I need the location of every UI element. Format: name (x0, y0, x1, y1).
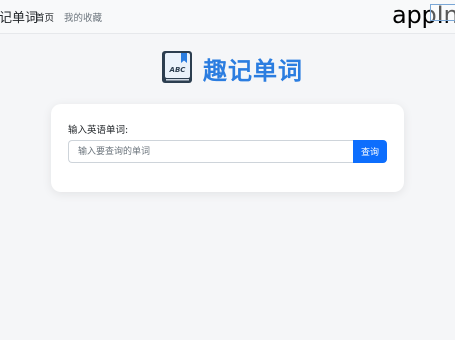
logo-icon-text: ABC (169, 66, 187, 74)
search-button[interactable]: 查询 (353, 140, 387, 163)
logo-title: 趣记单词 (203, 57, 303, 85)
page: 趣记单词 首页 我的收藏 appIn ABC 趣记单词 输入英语单词: 查询 (0, 0, 455, 340)
navbar-toggle-button[interactable] (430, 4, 455, 21)
top-navbar: 趣记单词 首页 我的收藏 appIn (0, 0, 455, 34)
search-label: 输入英语单词: (68, 125, 129, 136)
search-card: 输入英语单词: 查询 (51, 104, 404, 192)
app-logo: ABC 趣记单词 (161, 50, 303, 86)
nav-link-home[interactable]: 首页 (35, 10, 54, 24)
nav-link-favorites[interactable]: 我的收藏 (64, 10, 102, 24)
book-icon: ABC (162, 51, 192, 83)
search-input[interactable] (68, 140, 353, 163)
navbar-brand[interactable]: 趣记单词 (0, 7, 38, 26)
